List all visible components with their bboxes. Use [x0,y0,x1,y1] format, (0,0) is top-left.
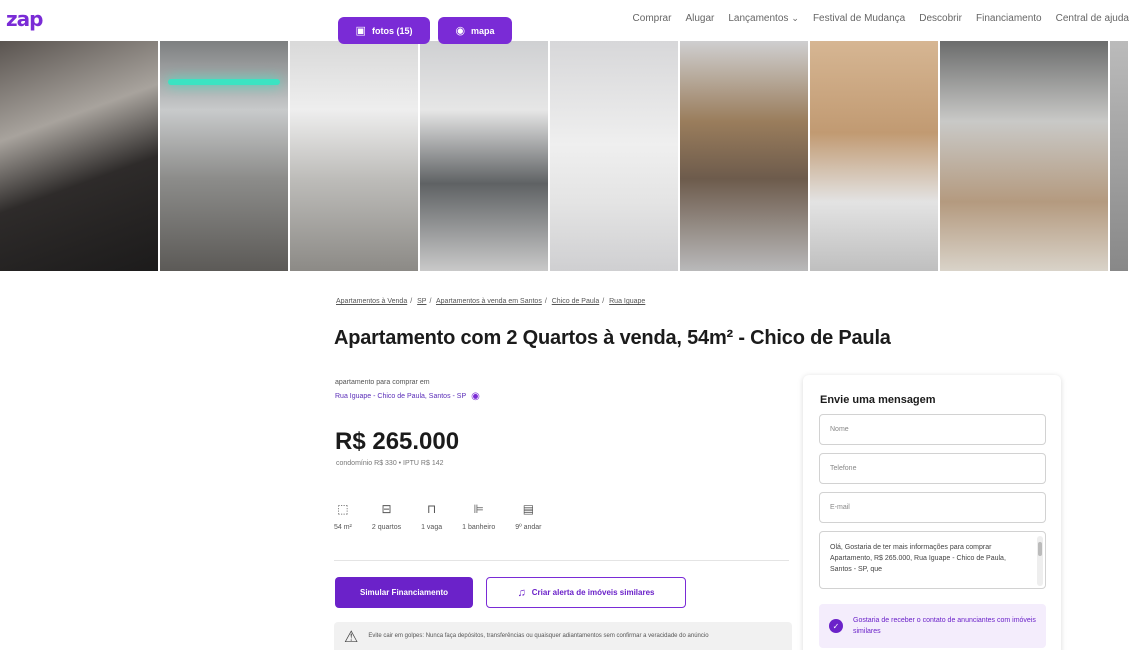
bath-icon: ⊫ [473,502,484,516]
contact-title: Envie uma mensagem [820,394,936,406]
bell-icon: ♫ [517,586,526,599]
breadcrumb-separator: / [544,298,547,305]
building-icon: ▤ [522,502,535,516]
breadcrumb-separator: / [602,298,605,305]
create-alert-label: Criar alerta de imóveis similares [531,588,655,597]
contact-card: Envie uma mensagem Nome Telefone E-mail … [803,375,1061,650]
page-title: Apartamento com 2 Quartos à venda, 54m² … [334,327,891,349]
photos-button-label: fotos (15) [371,25,413,36]
name-field[interactable]: Nome [819,414,1046,445]
breadcrumb-item[interactable]: Apartamentos à venda em Santos [436,298,542,305]
consent-label: Gostaria de receber o contato de anuncia… [853,617,1036,635]
nav-item-central-ajuda[interactable]: Central de ajuda [1056,13,1129,24]
phone-field[interactable]: Telefone [819,453,1046,484]
map-pin-icon[interactable]: ◉ [471,391,480,402]
create-alert-button[interactable]: ♫ Criar alerta de imóveis similares [486,577,686,608]
map-button[interactable]: ◉ mapa [438,17,512,44]
nav-item-descobrir[interactable]: Descobrir [919,13,962,24]
listing-address[interactable]: Rua Iguape - Chico de Paula, Santos - SP… [335,391,480,402]
camera-icon: ▣ [355,25,366,37]
feature-bathroom: ⊫ 1 banheiro [462,502,495,531]
nav-item-financiamento[interactable]: Financiamento [976,13,1042,24]
feature-bedrooms: ⊟ 2 quartos [372,502,401,531]
gallery-photo-next[interactable] [1110,41,1129,271]
zap-logo[interactable]: zap [6,7,43,31]
feature-label: 2 quartos [371,524,402,531]
message-text: Olá, Gostaria de ter mais informações pa… [830,544,1006,573]
nav-item-lancamentos-label: Lançamentos [728,13,789,24]
feature-label: 1 banheiro [462,524,496,531]
top-header: zap Comprar Alugar Lançamentos ⌄ Festival… [0,0,1129,40]
photo-gallery [0,41,1129,271]
nav-item-comprar[interactable]: Comprar [633,13,672,24]
features-list: ⬚ 54 m² ⊟ 2 quartos ⊓ 1 vaga ⊫ 1 banheir… [334,502,562,531]
feature-label: 54 m² [334,524,352,531]
section-divider [334,560,789,561]
breadcrumb-item[interactable]: Apartamentos à Venda [336,298,407,305]
warning-text: Evite cair em golpes: Nunca faça depósit… [368,633,709,639]
main-nav: Comprar Alugar Lançamentos ⌄ Festival de … [633,13,1129,24]
listing-subtitle: apartamento para comprar em [335,379,430,386]
feature-area: ⬚ 54 m² [334,502,352,531]
scam-warning: ⚠ Evite cair em golpes: Nunca faça depós… [334,622,792,650]
message-textarea[interactable]: Olá, Gostaria de ter mais informações pa… [819,531,1046,589]
breadcrumb-item[interactable]: Chico de Paula [552,298,599,305]
gallery-photo-tv-panel[interactable] [810,41,940,271]
photos-button[interactable]: ▣ fotos (15) [338,17,430,44]
gallery-photo-dining[interactable] [160,41,290,271]
nav-item-alugar[interactable]: Alugar [685,13,714,24]
bed-icon: ⊟ [381,502,392,516]
feature-label: 1 vaga [421,524,443,531]
car-icon: ⊓ [426,502,437,516]
map-pin-icon: ◉ [455,25,466,37]
breadcrumb-item[interactable]: SP [417,298,426,305]
gallery-photo-bathroom[interactable] [940,41,1110,271]
feature-parking: ⊓ 1 vaga [421,502,442,531]
consent-checkbox[interactable]: ✓ Gostaria de receber o contato de anunc… [819,604,1046,648]
address-text: Rua Iguape - Chico de Paula, Santos - SP [335,393,467,400]
price-details: condomínio R$ 330 • IPTU R$ 142 [336,460,444,467]
message-scrollbar[interactable] [1037,536,1043,586]
feature-label: 9º andar [515,524,542,531]
breadcrumb: Apartamentos à Venda / SP / Apartamentos à… [336,298,645,305]
chevron-down-icon: ⌄ [791,13,799,23]
email-field[interactable]: E-mail [819,492,1046,523]
map-button-label: mapa [471,25,495,36]
breadcrumb-item[interactable]: Rua Iguape [609,298,645,305]
gallery-photo-room[interactable] [550,41,680,271]
simulate-financing-button[interactable]: Simular Financiamento [335,577,473,608]
gallery-photo-kitchen[interactable] [0,41,160,271]
breadcrumb-separator: / [410,298,413,305]
feature-floor: ▤ 9º andar [515,502,541,531]
warning-icon: ⚠ [344,629,359,646]
check-icon[interactable]: ✓ [829,619,843,633]
nav-item-festival[interactable]: Festival de Mudança [813,13,905,24]
listing-price: R$ 265.000 [335,428,460,455]
gallery-photo-dining-table[interactable] [290,41,420,271]
gallery-photo-tv-room[interactable] [680,41,810,271]
nav-item-lancamentos[interactable]: Lançamentos ⌄ [728,13,799,24]
gallery-photo-living-room[interactable] [420,41,550,271]
breadcrumb-separator: / [429,298,432,305]
area-icon: ⬚ [337,502,349,516]
